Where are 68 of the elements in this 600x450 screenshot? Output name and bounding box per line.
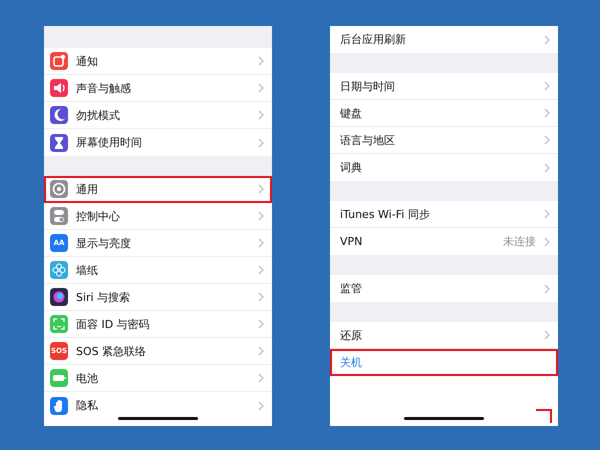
row-label: VPN	[340, 235, 364, 248]
row-value: 未连接	[503, 234, 536, 249]
chevron-icon	[258, 83, 264, 93]
chevron-icon	[258, 292, 264, 302]
chevron-icon	[258, 373, 264, 383]
settings-row[interactable]: 监管	[330, 275, 558, 302]
settings-row[interactable]: 墙纸	[44, 257, 272, 284]
chevron-icon	[258, 110, 264, 120]
row-label: 关机	[340, 355, 363, 370]
settings-row[interactable]: 词典	[330, 154, 558, 181]
chevron-icon	[258, 138, 264, 148]
row-label: 词典	[340, 160, 363, 175]
settings-row[interactable]: 电池	[44, 365, 272, 392]
settings-row[interactable]: 通用	[44, 176, 272, 203]
settings-row[interactable]: 键盘	[330, 100, 558, 127]
row-label: 屏幕使用时间	[76, 135, 143, 150]
chevron-icon	[544, 209, 550, 219]
chevron-icon	[258, 319, 264, 329]
settings-row[interactable]: 面容 ID 与密码	[44, 311, 272, 338]
chevron-icon	[544, 81, 550, 91]
chevron-icon	[258, 238, 264, 248]
chevron-icon	[258, 400, 264, 410]
row-label: 勿扰模式	[76, 108, 121, 122]
settings-row[interactable]: 屏幕使用时间	[44, 129, 272, 156]
chevron-icon	[544, 236, 550, 246]
settings-row[interactable]: 后台应用刷新	[330, 26, 558, 53]
settings-row[interactable]: 隐私	[44, 392, 272, 419]
row-label: 日期与时间	[340, 78, 396, 94]
settings-row[interactable]: 日期与时间	[330, 73, 558, 100]
row-label: Siri 与搜索	[76, 290, 132, 304]
row-label: 面容 ID 与密码	[76, 316, 151, 332]
row-label: iTunes Wi-Fi 同步	[340, 206, 431, 222]
row-label: 显示与亮度	[76, 236, 132, 250]
settings-row[interactable]: 勿扰模式	[44, 102, 272, 129]
row-label: SOS 紧急联络	[76, 344, 148, 358]
settings-row[interactable]: VPN 未连接	[330, 228, 558, 255]
chevron-icon	[258, 346, 264, 356]
row-label: 隐私	[76, 398, 99, 413]
settings-row[interactable]: 还原	[330, 322, 558, 349]
highlight-corner-mark	[536, 409, 552, 423]
chevron-icon	[544, 135, 550, 145]
settings-row[interactable]: 语言与地区	[330, 127, 558, 154]
settings-row[interactable]: 关机	[330, 349, 558, 376]
row-label: 后台应用刷新	[340, 32, 407, 47]
row-label: 语言与地区	[340, 132, 396, 148]
chevron-icon	[544, 284, 550, 294]
row-label: 电池	[76, 370, 99, 386]
settings-row[interactable]: iTunes Wi-Fi 同步	[330, 201, 558, 228]
chevron-icon	[544, 34, 550, 44]
row-label: 键盘	[340, 106, 363, 120]
chevron-icon	[258, 211, 264, 221]
chevron-icon	[258, 184, 264, 194]
row-label: 墙纸	[76, 262, 99, 278]
row-label: 声音与触感	[76, 80, 132, 96]
settings-row[interactable]: 控制中心	[44, 203, 272, 230]
settings-row[interactable]: 通知	[44, 48, 272, 75]
row-label: 控制中心	[76, 208, 121, 224]
settings-row[interactable]: 声音与触感	[44, 75, 272, 102]
row-label: 还原	[340, 328, 363, 342]
row-label: 监管	[340, 281, 363, 296]
row-label: 通用	[76, 182, 99, 196]
row-label: 通知	[76, 54, 99, 68]
chevron-icon	[544, 108, 550, 118]
settings-row[interactable]: Siri 与搜索	[44, 284, 272, 311]
chevron-icon	[258, 56, 264, 66]
chevron-icon	[544, 162, 550, 172]
chevron-icon	[544, 330, 550, 340]
chevron-icon	[258, 265, 264, 275]
